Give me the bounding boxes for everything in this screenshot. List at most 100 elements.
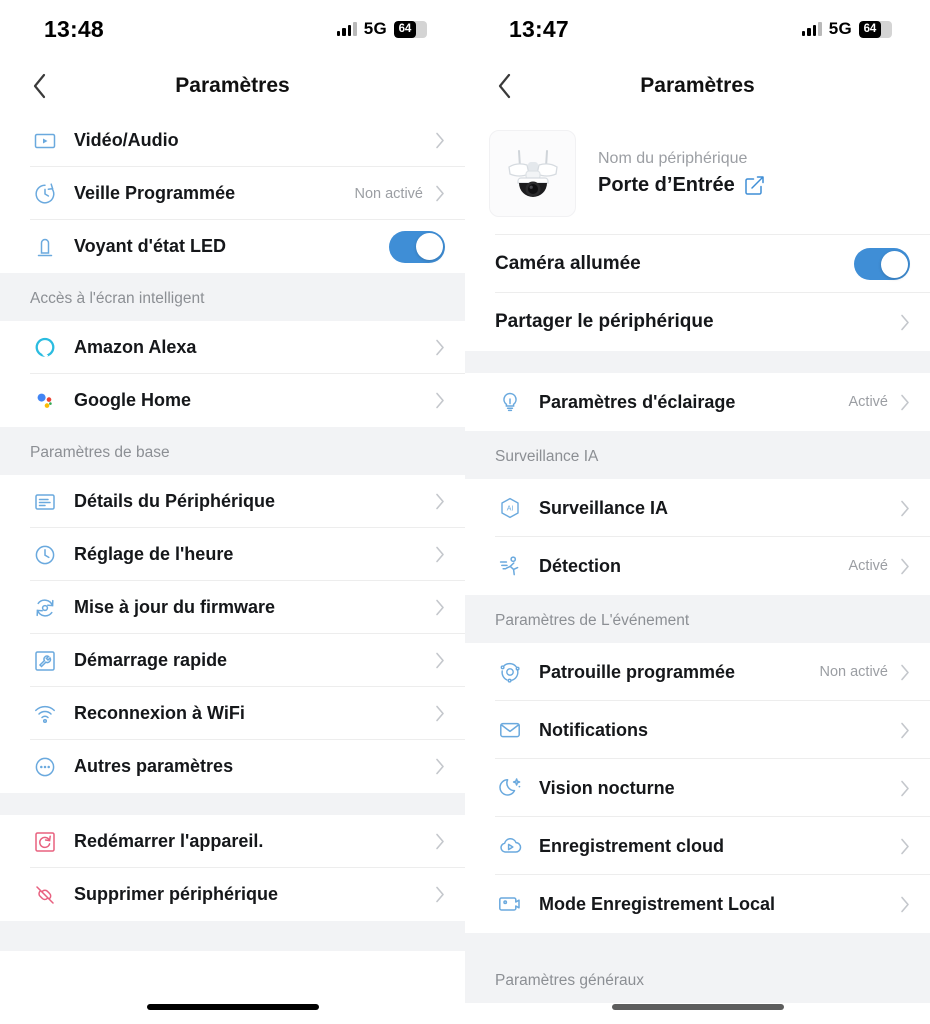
settings-list[interactable]: Vidéo/Audio Veille Programmée Non activé bbox=[0, 114, 465, 951]
firmware-update-icon bbox=[30, 593, 60, 623]
list-item[interactable]: AI Surveillance IA bbox=[465, 479, 930, 537]
list-item[interactable]: Vision nocturne bbox=[465, 759, 930, 817]
list-item[interactable]: Autres paramètres bbox=[0, 740, 465, 793]
list-item[interactable]: Caméra allumée bbox=[465, 235, 930, 293]
list-item-label: Surveillance IA bbox=[539, 497, 669, 518]
cellular-signal-icon bbox=[801, 22, 822, 36]
list-item-label: Vision nocturne bbox=[539, 777, 675, 798]
motion-detection-icon bbox=[495, 551, 525, 581]
page-title: Paramètres bbox=[175, 74, 290, 97]
chevron-right-icon bbox=[900, 838, 910, 855]
list-item[interactable]: Enregistrement cloud bbox=[465, 817, 930, 875]
edit-pencil-icon[interactable] bbox=[744, 175, 765, 196]
status-indicators: 5G 64 bbox=[336, 19, 427, 39]
chevron-right-icon bbox=[900, 896, 910, 913]
list-item[interactable]: Amazon Alexa bbox=[0, 321, 465, 374]
list-item-label: Supprimer périphérique bbox=[74, 884, 279, 904]
chevron-right-icon bbox=[900, 558, 910, 575]
status-clock: 13:48 bbox=[44, 15, 104, 42]
section-header: Paramètres de L'événement bbox=[465, 595, 930, 643]
chevron-right-icon bbox=[435, 546, 445, 563]
list-item-label: Patrouille programmée bbox=[539, 661, 736, 682]
list-item-value: Non activé bbox=[354, 185, 423, 202]
list-item-label: Voyant d'état LED bbox=[74, 236, 226, 256]
status-clock: 13:47 bbox=[509, 15, 569, 42]
list-item[interactable]: Redémarrer l'appareil. bbox=[0, 815, 465, 868]
list-item[interactable]: Patrouille programmée Non activé bbox=[465, 643, 930, 701]
section-spacer bbox=[0, 921, 465, 951]
battery-icon: 64 bbox=[394, 20, 427, 38]
list-item[interactable]: Réglage de l'heure bbox=[0, 528, 465, 581]
floodlight-camera-thumbnail bbox=[489, 130, 576, 217]
list-item-label: Enregistrement cloud bbox=[539, 835, 725, 856]
list-item-label: Paramètres d'éclairage bbox=[539, 391, 736, 412]
chevron-right-icon bbox=[435, 493, 445, 510]
list-item[interactable]: Reconnexion à WiFi bbox=[0, 687, 465, 740]
nav-bar: Paramètres bbox=[0, 58, 465, 114]
chevron-right-icon bbox=[900, 664, 910, 681]
device-info: Nom du périphérique Porte d’Entrée bbox=[598, 150, 765, 197]
chevron-right-icon bbox=[435, 833, 445, 850]
night-vision-icon bbox=[495, 773, 525, 803]
list-item-label: Démarrage rapide bbox=[74, 650, 228, 670]
quick-start-icon bbox=[30, 646, 60, 676]
chevron-right-icon bbox=[435, 132, 445, 149]
local-recording-icon bbox=[495, 889, 525, 919]
clock-icon bbox=[30, 540, 60, 570]
list-item[interactable]: Paramètres d'éclairage Activé bbox=[465, 373, 930, 431]
list-item[interactable]: Détection Activé bbox=[465, 537, 930, 595]
list-item-label: Caméra allumée bbox=[495, 253, 641, 274]
list-item[interactable]: Supprimer périphérique bbox=[0, 868, 465, 921]
right-phone-screen: 13:47 5G 64 Paramètres Nom du périphériq… bbox=[465, 0, 930, 1024]
chevron-right-icon bbox=[900, 722, 910, 739]
list-item[interactable]: Notifications bbox=[465, 701, 930, 759]
chevron-right-icon bbox=[435, 599, 445, 616]
nav-bar: Paramètres bbox=[465, 58, 930, 114]
list-item-label: Mise à jour du firmware bbox=[74, 597, 276, 617]
left-phone-screen: 13:48 5G 64 Paramètres Vidéo/Audio Veill… bbox=[0, 0, 465, 1024]
camera-power-toggle[interactable] bbox=[854, 248, 910, 280]
video-audio-icon bbox=[30, 126, 60, 156]
svg-text:AI: AI bbox=[507, 505, 514, 512]
unlink-device-icon bbox=[30, 880, 60, 910]
section-spacer bbox=[0, 793, 465, 815]
section-header: Paramètres généraux bbox=[465, 955, 930, 1003]
page-title: Paramètres bbox=[640, 74, 755, 97]
settings-list[interactable]: Nom du périphérique Porte d’Entrée Camér… bbox=[465, 114, 930, 1003]
back-chevron-icon[interactable] bbox=[487, 69, 521, 103]
list-item-label: Détails du Périphérique bbox=[74, 491, 276, 511]
dual-phone-screenshot: 13:48 5G 64 Paramètres Vidéo/Audio Veill… bbox=[0, 0, 930, 1024]
notifications-icon bbox=[495, 715, 525, 745]
google-home-icon bbox=[30, 386, 60, 416]
status-indicators: 5G 64 bbox=[801, 19, 892, 39]
chevron-right-icon bbox=[900, 500, 910, 517]
amazon-alexa-icon bbox=[30, 333, 60, 363]
restart-device-icon bbox=[30, 827, 60, 857]
section-spacer bbox=[465, 351, 930, 373]
scheduled-sleep-icon bbox=[30, 179, 60, 209]
led-indicator-icon bbox=[30, 232, 60, 262]
list-item[interactable]: Démarrage rapide bbox=[0, 634, 465, 687]
cellular-signal-icon bbox=[336, 22, 357, 36]
list-item[interactable]: Google Home bbox=[0, 374, 465, 427]
list-item[interactable]: Détails du Périphérique bbox=[0, 475, 465, 528]
list-item[interactable]: Vidéo/Audio bbox=[0, 114, 465, 167]
led-indicator-toggle[interactable] bbox=[389, 230, 445, 263]
list-item[interactable]: Voyant d'état LED bbox=[0, 220, 465, 273]
list-item[interactable]: Veille Programmée Non activé bbox=[0, 167, 465, 220]
chevron-right-icon bbox=[435, 392, 445, 409]
section-header: Surveillance IA bbox=[465, 431, 930, 479]
device-header[interactable]: Nom du périphérique Porte d’Entrée bbox=[465, 114, 930, 235]
section-spacer bbox=[465, 933, 930, 955]
list-item[interactable]: Mise à jour du firmware bbox=[0, 581, 465, 634]
list-item[interactable]: Mode Enregistrement Local bbox=[465, 875, 930, 933]
list-item-label: Amazon Alexa bbox=[74, 337, 197, 357]
list-item[interactable]: Partager le périphérique bbox=[465, 293, 930, 351]
battery-icon: 64 bbox=[859, 20, 892, 38]
back-chevron-icon[interactable] bbox=[22, 69, 56, 103]
chevron-right-icon bbox=[435, 185, 445, 202]
network-type-label: 5G bbox=[363, 19, 387, 38]
list-item-label: Vidéo/Audio bbox=[74, 130, 179, 150]
list-item-label: Mode Enregistrement Local bbox=[539, 893, 776, 914]
lighting-settings-icon bbox=[495, 387, 525, 417]
